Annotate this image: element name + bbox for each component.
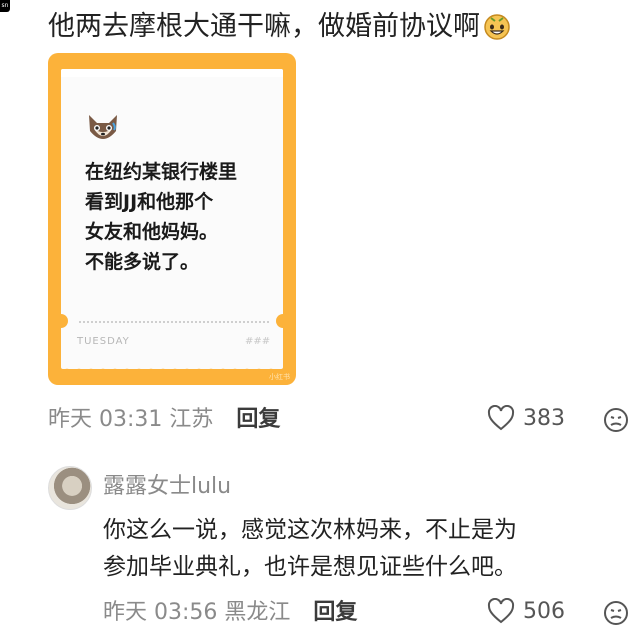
comment-2-time: 昨天 03:56 <box>103 600 218 625</box>
comment-1-like-button[interactable]: 383 <box>487 405 565 431</box>
quote-part: 某银行楼里 <box>142 161 238 183</box>
corner-tag: sn <box>0 0 10 12</box>
comment-1-text: 他两去摩根大通干嘛，做婚前协议啊 <box>48 8 628 46</box>
avatar[interactable] <box>48 466 92 510</box>
comment-1-like-count: 383 <box>523 405 565 431</box>
comment-2-meta: 昨天 03:56 黑龙江 回复 <box>103 598 357 628</box>
watermark: 小红书 <box>269 373 290 381</box>
dislike-face-icon[interactable] <box>603 600 629 626</box>
image-card[interactable]: 在纽约某银行楼里 看到JJ和他那个 女友和他妈妈。 不能多说了。 TUESDAY… <box>48 53 296 385</box>
comment-2-line: 你这么一说，感觉这次林妈来，不止是为 <box>103 517 517 543</box>
comment-1-body: 他两去摩根大通干嘛，做婚前协议啊 <box>48 11 480 42</box>
cat-face-icon <box>89 115 117 139</box>
scallop-edge <box>61 364 283 369</box>
marks: ### <box>245 336 271 347</box>
comment-1-time: 昨天 03:31 <box>48 407 163 432</box>
grin-emoji-icon <box>484 14 510 40</box>
comment-1-meta: 昨天 03:31 江苏 回复 <box>48 405 280 435</box>
quote-part: 在 <box>85 161 105 183</box>
dotted-divider <box>79 321 269 323</box>
note-quote: 在纽约某银行楼里 看到JJ和他那个 女友和他妈妈。 不能多说了。 <box>85 157 275 277</box>
dislike-face-icon[interactable] <box>603 407 629 433</box>
comment-2-reply-button[interactable]: 回复 <box>313 600 357 625</box>
comment-1-reply-button[interactable]: 回复 <box>236 407 280 432</box>
heart-icon <box>487 598 515 624</box>
quote-line: 看到JJ和他那个 <box>85 191 214 213</box>
day-label: TUESDAY <box>77 336 130 347</box>
quote-line: 不能多说了。 <box>85 251 200 273</box>
heart-icon <box>487 405 515 431</box>
username[interactable]: 露露女士lulu <box>103 468 231 500</box>
comment-2-text: 你这么一说，感觉这次林妈来，不止是为 参加毕业典礼，也许是想见证些什么吧。 <box>103 512 623 586</box>
comment-2-line: 参加毕业典礼，也许是想见证些什么吧。 <box>103 554 517 580</box>
comment-2-location: 黑龙江 <box>224 600 291 625</box>
comment-2-like-count: 506 <box>523 598 565 624</box>
comment-2-like-button[interactable]: 506 <box>487 598 565 624</box>
quote-highlight: 纽约 <box>104 161 143 183</box>
comment-1-location: 江苏 <box>169 407 214 432</box>
quote-line: 女友和他妈妈。 <box>85 221 219 243</box>
note-paper: 在纽约某银行楼里 看到JJ和他那个 女友和他妈妈。 不能多说了。 TUESDAY… <box>61 69 283 369</box>
